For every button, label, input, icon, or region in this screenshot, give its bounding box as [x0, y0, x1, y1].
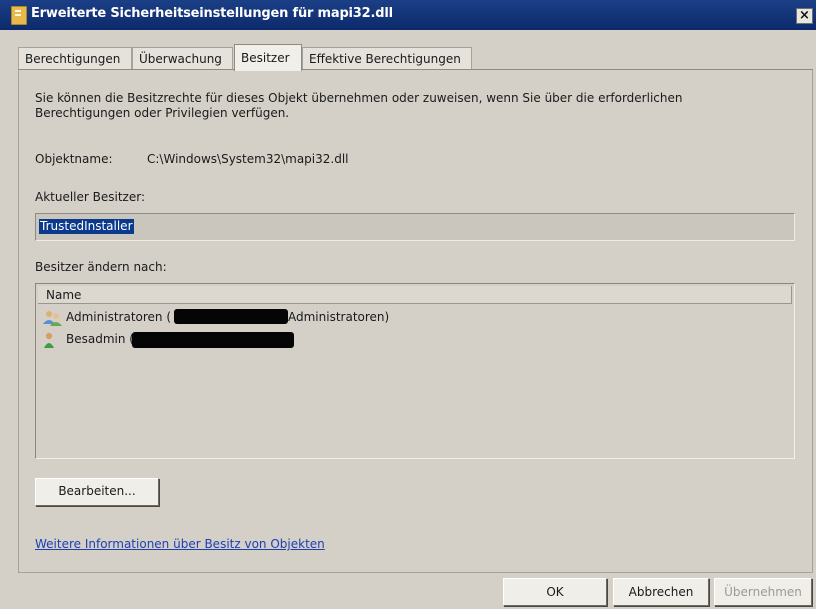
close-button[interactable]: × [796, 8, 813, 24]
tab-berechtigungen[interactable]: Berechtigungen [18, 47, 132, 70]
users-group-icon [43, 311, 62, 326]
list-item-suffix: Administratoren) [288, 310, 390, 324]
list-item-administratoren[interactable]: Administratoren ( Administratoren) [42, 308, 742, 328]
list-item-prefix: Besadmin ( [66, 332, 134, 346]
file-icon [11, 6, 27, 25]
change-owner-label: Besitzer ändern nach: [35, 260, 167, 274]
tab-ueberwachung[interactable]: Überwachung [132, 47, 233, 70]
ownership-info-link[interactable]: Weitere Informationen über Besitz von Ob… [35, 537, 325, 551]
user-icon [44, 332, 54, 348]
cancel-button[interactable]: Abbrechen [613, 578, 709, 606]
redaction-mark [132, 332, 294, 348]
list-item-prefix: Administratoren ( [66, 310, 172, 324]
object-name-value: C:\Windows\System32\mapi32.dll [147, 152, 349, 166]
current-owner-label: Aktueller Besitzer: [35, 190, 146, 204]
column-header-label: Name [46, 288, 82, 302]
ok-button[interactable]: OK [503, 578, 607, 606]
tab-besitzer[interactable]: Besitzer [234, 44, 302, 71]
column-header-name[interactable]: Name [38, 286, 792, 304]
current-owner-field[interactable]: TrustedInstaller [35, 213, 795, 241]
object-name-label: Objektname: [35, 152, 113, 166]
owner-candidates-list[interactable]: Name Administratoren ( Administratoren) … [35, 283, 795, 459]
edit-button[interactable]: Bearbeiten... [35, 478, 159, 506]
title-bar[interactable]: Erweiterte Sicherheitseinstellungen für … [0, 0, 816, 30]
window-title: Erweiterte Sicherheitseinstellungen für … [31, 6, 393, 21]
tab-effektive-berechtigungen[interactable]: Effektive Berechtigungen [302, 47, 472, 70]
redaction-mark [174, 309, 288, 324]
description-text: Sie können die Besitzrechte für dieses O… [35, 91, 683, 120]
apply-button[interactable]: Übernehmen [714, 578, 812, 606]
current-owner-value: TrustedInstaller [39, 219, 134, 234]
list-item-besadmin[interactable]: Besadmin ( [42, 330, 742, 350]
